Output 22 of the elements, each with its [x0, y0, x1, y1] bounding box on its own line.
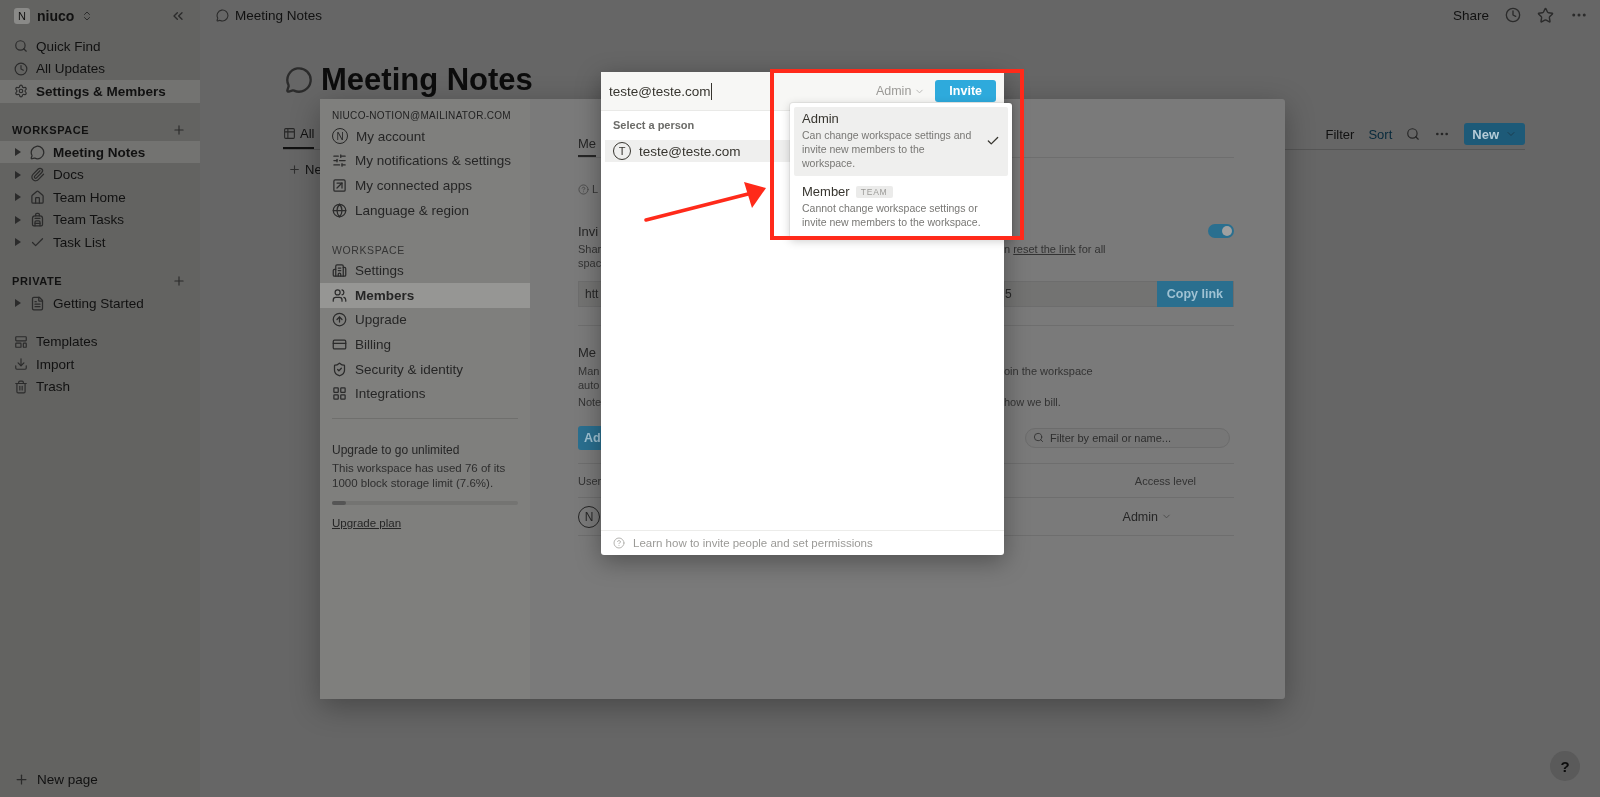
column-header: Access level [1134, 473, 1196, 488]
note-text: how we bill. [1004, 395, 1061, 409]
upgrade-title: Upgrade to go unlimited [331, 442, 461, 457]
description-text: Man [578, 364, 600, 378]
column-header: User [578, 473, 602, 488]
description-text: n reset the link for all [1004, 242, 1106, 256]
team-badge: TEAM [855, 185, 893, 198]
description-text: auto [578, 378, 600, 392]
section-heading: WORKSPACE [12, 123, 90, 136]
section-heading: PRIVATE [12, 274, 63, 287]
workspace-logo: N [14, 8, 30, 24]
description-text: Shar [578, 242, 602, 256]
section-title: Me [578, 344, 597, 360]
page-title: Meeting Notes [321, 62, 533, 98]
note-text: Note [578, 395, 602, 409]
description-text: spac [578, 256, 602, 270]
section-title: Invi [578, 223, 599, 239]
description-text: oin the workspace [1004, 364, 1093, 378]
section-heading: WORKSPACE [331, 244, 406, 259]
help-text: L [592, 182, 599, 196]
account-email: NIUCO-NOTION@MAILINATOR.COM [331, 109, 512, 123]
storage-usage-text: This workspace has used 76 of its 1000 block storage limit (7.6%). [331, 460, 507, 491]
